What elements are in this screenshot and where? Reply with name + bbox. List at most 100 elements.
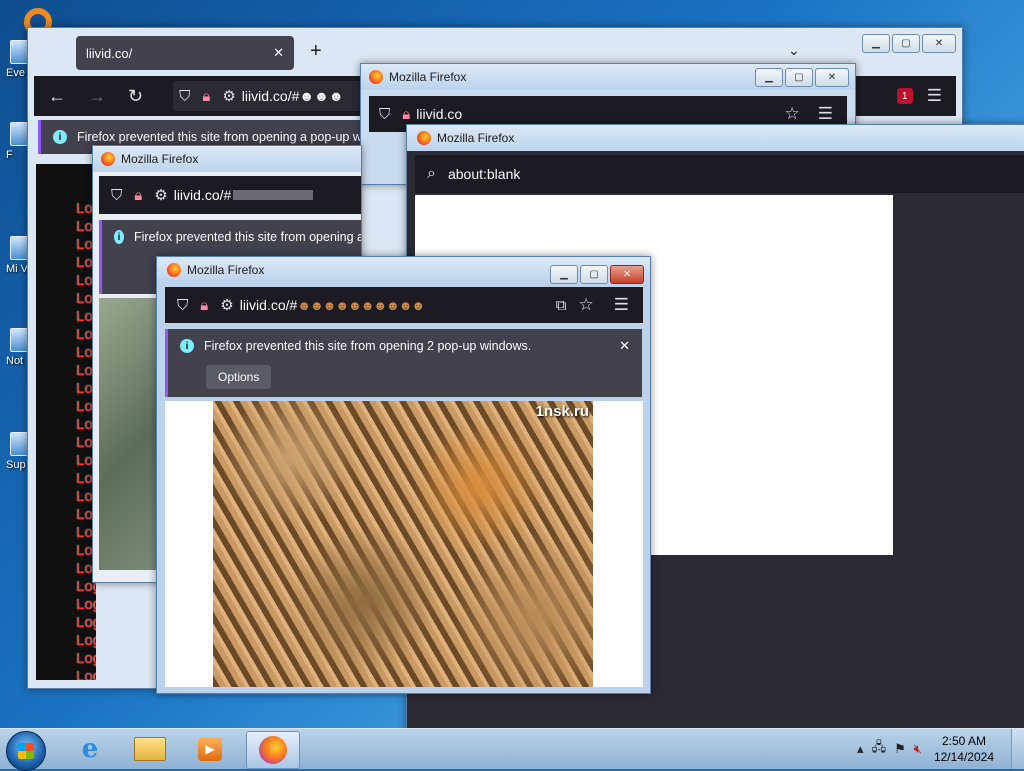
log-line: Lo [76, 470, 93, 487]
show-desktop-button[interactable] [1011, 729, 1024, 769]
bookmark-star-icon[interactable]: ☆ [579, 295, 594, 315]
log-line: Lo [76, 452, 93, 469]
log-line: Lo [76, 434, 93, 451]
clock[interactable]: 2:50 AM 12/14/2024 [934, 733, 994, 765]
taskbar: e ▶ ▴ 🖧 ⚑ 🔇︎ 2:50 AM 12/14/2024 [0, 728, 1024, 771]
log-line: Lo [76, 416, 93, 433]
options-button[interactable]: Options [206, 365, 272, 389]
video-frame: 1nsk.ru [213, 401, 593, 687]
log-line: Lo [76, 290, 93, 307]
minimize-button[interactable]: ▁ [550, 265, 578, 284]
log-line: Lo [76, 326, 93, 343]
log-line: Lo [76, 218, 93, 235]
log-line: Lo [76, 488, 93, 505]
close-button[interactable]: ✕ [922, 34, 956, 53]
shield-icon: ⛉ [379, 105, 391, 123]
shield-icon: ⛉ [177, 296, 189, 314]
menu-icon[interactable]: ☰ [818, 104, 833, 124]
log-line: Logging yo [76, 668, 96, 680]
lock-icon: 🔒︎ [402, 105, 411, 123]
tab-active[interactable]: liivid.co/ ✕ [76, 36, 294, 70]
log-line: Lo [76, 254, 93, 271]
lock-icon: 🔒︎ [200, 296, 209, 314]
forward-icon[interactable]: → [88, 86, 106, 107]
page-content: 1nsk.ru [165, 401, 643, 687]
log-line: Lo [76, 200, 93, 217]
log-line: Logging yo [76, 578, 96, 595]
internet-explorer-icon[interactable]: e [64, 731, 116, 767]
show-hidden-icons-icon[interactable]: ▴ [857, 741, 864, 757]
log-content: Lo Lo Lo Lo Lo Lo Lo Lo Lo Lo Lo Lo Lo Lo Lo Lo Lo Lo Lo Lo… [36, 164, 96, 680]
popup-blocked-notice: i Firefox prevented this site from openi… [165, 329, 642, 397]
url-toolbar: ⛉ 🔒︎ ⚙ liivid.co/# [99, 176, 361, 214]
log-line: Lo [76, 506, 93, 523]
video-content [99, 298, 163, 570]
lock-icon: 🔒︎ [134, 186, 143, 204]
new-tab-icon[interactable]: + [310, 40, 322, 63]
maximize-button[interactable]: ▢ [892, 34, 920, 53]
popup-window-front: Mozilla Firefox ▁ ▢ ✕ ⛉ 🔒︎ ⚙ liivid.co/#… [156, 256, 651, 694]
url-toolbar: ⛉ 🔒︎ ⚙ liivid.co/# ☻☻☻☻☻☻☻☻☻☻ ⧉ ☆ ☰ [165, 287, 643, 323]
log-line: Logging yo [76, 596, 96, 613]
maximize-button[interactable]: ▢ [785, 68, 813, 87]
firefox-logo-icon [369, 70, 383, 84]
file-explorer-icon[interactable] [124, 731, 176, 767]
log-line: Lo [76, 344, 93, 361]
firefox-logo-icon [417, 131, 431, 145]
log-line: Lo [76, 236, 93, 253]
tab-close-icon[interactable]: ✕ [273, 45, 284, 61]
ublock-badge-icon[interactable]: 1 [896, 88, 913, 104]
notice-close-icon[interactable]: ✕ [619, 338, 630, 354]
close-button[interactable]: ✕ [815, 68, 849, 87]
desktop: Eve F Mi Visu Not Sup liivid.co/ ✕ + ⌄ ▁… [0, 0, 1024, 728]
window-controls: ▁ ▢ ✕ [550, 265, 644, 284]
volume-muted-icon[interactable]: 🔇︎ [914, 741, 922, 757]
log-line: Lo [76, 308, 93, 325]
url-field[interactable]: ⛉ 🔒︎ ⚙ liivid.co/#☻☻☻ [173, 81, 364, 111]
log-line: Lo [76, 524, 93, 541]
log-line: Logging yo [76, 632, 96, 649]
reload-icon[interactable]: ↻ [128, 86, 143, 107]
system-tray: ▴ 🖧 ⚑ 🔇︎ 2:50 AM 12/14/2024 [853, 729, 1012, 769]
permissions-icon: ⚙ [222, 88, 236, 105]
log-line: Logging yo [76, 614, 96, 631]
log-line: Lo [76, 272, 93, 289]
permissions-icon: ⚙ [220, 297, 234, 314]
info-icon: i [53, 130, 67, 144]
log-line: Lo [76, 362, 93, 379]
shield-icon: ⛉ [179, 87, 191, 105]
log-line: Logging yo [76, 650, 96, 667]
search-icon: ⌕ [427, 165, 436, 182]
info-icon: i [114, 230, 125, 244]
info-icon: i [180, 339, 194, 353]
title-bar: Mozilla Firefox [407, 125, 1024, 151]
firefox-logo-icon [101, 152, 115, 166]
action-center-flag-icon[interactable]: ⚑ [894, 741, 906, 757]
close-button[interactable]: ✕ [610, 265, 644, 284]
start-button[interactable] [6, 731, 46, 771]
firefox-taskbar-icon[interactable] [246, 731, 300, 769]
network-icon[interactable]: 🖧 [872, 738, 887, 760]
menu-icon[interactable]: ☰ [927, 86, 942, 106]
media-player-icon[interactable]: ▶ [184, 731, 236, 767]
title-bar: Mozilla Firefox [93, 146, 361, 172]
pip-icon[interactable]: ⧉ [556, 297, 567, 314]
log-line: Lo [76, 398, 93, 415]
back-icon[interactable]: ← [48, 86, 66, 107]
window-controls: ▁ ▢ ✕ [862, 34, 956, 53]
window-controls: ▁ ▢ ✕ [755, 68, 849, 87]
firefox-logo-icon [167, 263, 181, 277]
minimize-button[interactable]: ▁ [862, 34, 890, 53]
url-toolbar: ⌕ about:blank [415, 155, 1024, 193]
lock-icon: 🔒︎ [202, 87, 211, 105]
log-line: Lo [76, 542, 93, 559]
maximize-button[interactable]: ▢ [580, 265, 608, 284]
menu-icon[interactable]: ☰ [614, 295, 629, 315]
log-line: Lo [76, 380, 93, 397]
minimize-button[interactable]: ▁ [755, 68, 783, 87]
bookmark-star-icon[interactable]: ☆ [785, 104, 800, 124]
redacted-url-part [233, 190, 314, 200]
shield-icon: ⛉ [111, 186, 123, 204]
list-tabs-icon[interactable]: ⌄ [788, 42, 800, 59]
permissions-icon: ⚙ [154, 187, 168, 204]
